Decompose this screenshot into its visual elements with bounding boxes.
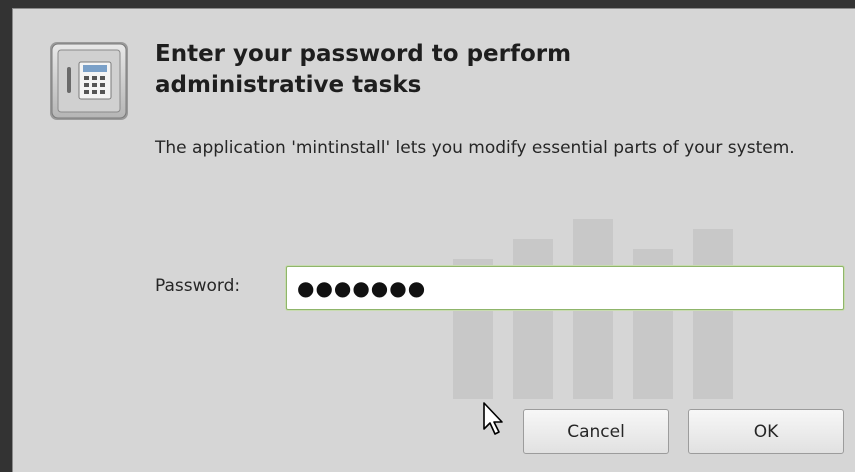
- dialog-description: The application 'mintinstall' lets you m…: [155, 138, 795, 158]
- password-label: Password:: [155, 276, 241, 296]
- mouse-pointer-icon: [483, 402, 503, 435]
- cancel-button[interactable]: Cancel: [523, 409, 669, 454]
- background-watermark: [453, 219, 733, 399]
- password-input[interactable]: [286, 266, 844, 310]
- ok-button[interactable]: OK: [688, 409, 844, 454]
- authentication-dialog: Enter your password to perform administr…: [12, 8, 855, 472]
- dialog-title: Enter your password to perform administr…: [155, 41, 572, 98]
- safe-keypad-icon: [49, 41, 129, 121]
